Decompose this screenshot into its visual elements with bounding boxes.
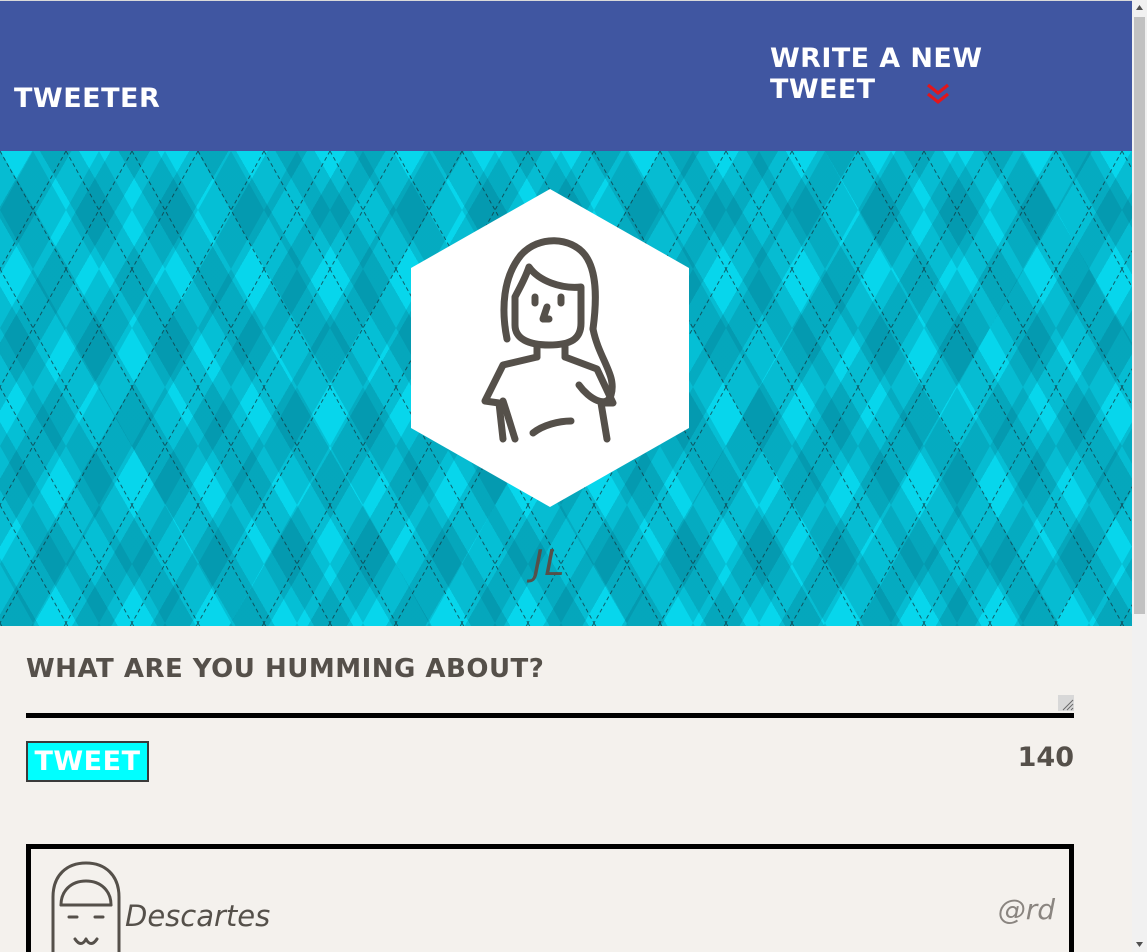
- scroll-down-arrow-icon[interactable]: [1132, 937, 1147, 952]
- char-counter: 140: [1017, 742, 1074, 773]
- tweet-card: Descartes @rd: [26, 844, 1074, 952]
- tweet-textarea-wrap: [26, 648, 1074, 718]
- tweet-author-handle: @rd: [997, 893, 1055, 926]
- tweet-text-input[interactable]: [26, 648, 1056, 718]
- girl-avatar-icon: [411, 189, 689, 507]
- tweet-author-name: Descartes: [125, 899, 271, 933]
- nav-bar: Tweeter Write a new tweet: [0, 0, 1132, 151]
- resize-handle-icon[interactable]: [1058, 695, 1074, 711]
- vertical-scrollbar[interactable]: [1132, 0, 1147, 952]
- app: Tweeter Write a new tweet: [0, 0, 1147, 952]
- brand-logo[interactable]: Tweeter: [14, 83, 160, 114]
- profile-banner: JL: [0, 151, 1132, 626]
- double-chevron-down-icon[interactable]: [924, 81, 952, 109]
- scroll-up-arrow-icon[interactable]: [1132, 0, 1147, 15]
- new-tweet-form: Tweet 140: [26, 648, 1074, 782]
- profile-handle: JL: [532, 543, 566, 584]
- girl-bangs-avatar-icon: [51, 861, 121, 952]
- scrollbar-thumb[interactable]: [1134, 17, 1145, 614]
- profile-avatar: [411, 189, 689, 507]
- tweet-submit-button[interactable]: Tweet: [26, 741, 149, 782]
